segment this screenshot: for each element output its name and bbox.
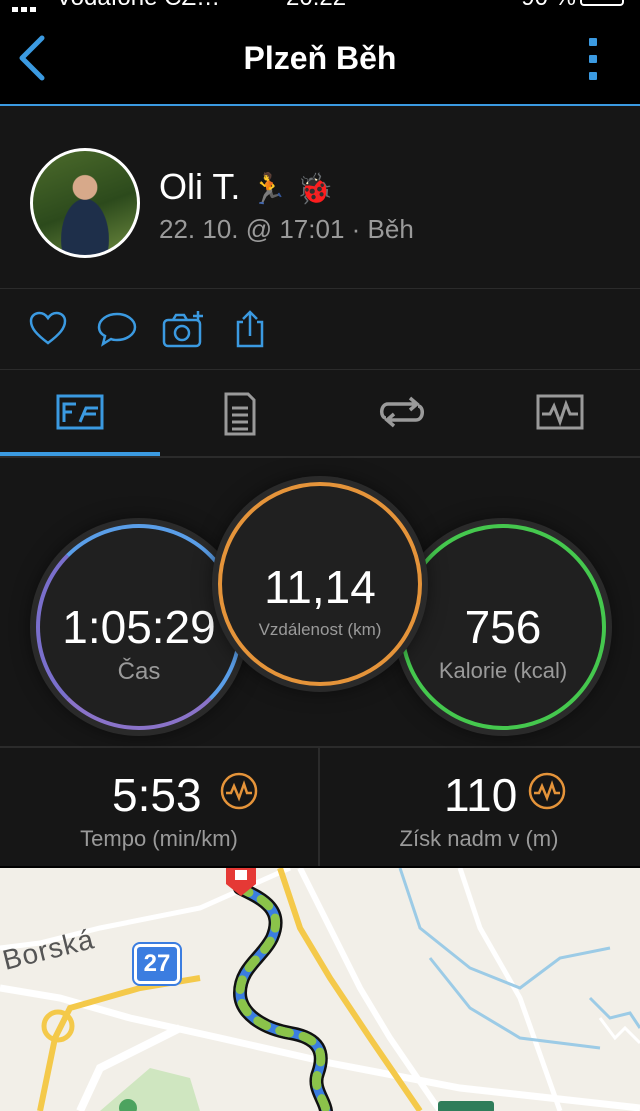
carrier-label: Vodafone CZ… <box>56 0 220 12</box>
secondary-metrics: 5:53 Tempo (min/km) 110 Získ nadm v (m) <box>0 748 640 866</box>
calories-ring[interactable]: 756 Kalorie (kcal) <box>400 524 606 730</box>
battery-percent: 90 % <box>521 0 576 12</box>
time-value: 1:05:29 <box>62 601 216 653</box>
battery-icon <box>580 0 624 6</box>
activity-date-type: 22. 10. @ 17:01 · Běh <box>159 214 414 244</box>
pace-metric: 5:53 Tempo (min/km) <box>0 748 320 866</box>
signal-icon <box>12 0 46 15</box>
calories-label: Kalorie (kcal) <box>438 658 568 683</box>
pace-label: Tempo (min/km) <box>80 826 238 851</box>
add-photo-icon <box>162 311 203 348</box>
avatar[interactable] <box>30 148 140 258</box>
calories-value: 756 <box>464 601 542 653</box>
tab-overview[interactable] <box>0 370 160 456</box>
tab-charts[interactable] <box>480 370 640 456</box>
page-title: Plzeň Běh <box>243 40 397 76</box>
insight-icon[interactable] <box>220 772 258 810</box>
distance-value: 11,14 <box>264 561 376 613</box>
distance-ring[interactable]: 11,14 Vzdálenost (km) <box>218 482 422 686</box>
details-icon <box>224 392 256 436</box>
distance-label: Vzdálenost (km) <box>258 620 382 639</box>
more-icon[interactable] <box>586 38 600 82</box>
laps-icon <box>380 396 424 428</box>
comment-button[interactable] <box>96 309 137 349</box>
pace-value: 5:53 <box>112 769 202 821</box>
user-name: Oli T. 🏃 🐞 <box>159 166 333 208</box>
tab-details[interactable] <box>160 370 320 456</box>
share-icon <box>236 310 264 348</box>
insight-icon[interactable] <box>528 772 566 810</box>
user-emoji: 🏃 🐞 <box>250 173 334 206</box>
elevation-label: Získ nadm v (m) <box>399 826 559 851</box>
status-bar: Vodafone CZ… 20:22 90 % <box>0 0 640 15</box>
user-name-text: Oli T. <box>159 166 241 207</box>
tab-laps[interactable] <box>320 370 480 456</box>
add-photo-button[interactable] <box>162 309 203 349</box>
chart-icon <box>536 394 584 430</box>
map-canvas <box>0 868 640 1111</box>
activity-header: Oli T. 🏃 🐞 22. 10. @ 17:01 · Běh <box>0 106 640 289</box>
summary-stats: 1:05:29 Čas 756 Kalorie (kcal) 11,14 Vzd… <box>0 458 640 748</box>
like-button[interactable] <box>28 309 68 349</box>
elevation-value: 110 <box>444 769 518 821</box>
time-label: Čas <box>117 658 161 685</box>
activity-tabs <box>0 370 640 458</box>
comment-icon <box>97 312 137 347</box>
elevation-metric: 110 Získ nadm v (m) <box>320 748 638 866</box>
social-actions <box>0 289 640 370</box>
clock: 20:22 <box>286 0 346 12</box>
map-stats-icon <box>56 394 104 430</box>
share-button[interactable] <box>230 309 270 349</box>
like-icon <box>29 311 67 345</box>
time-ring[interactable]: 1:05:29 Čas <box>36 524 242 730</box>
road-number-badge: 27 <box>134 944 180 984</box>
nav-bar: Plzeň Běh <box>0 12 640 106</box>
route-map[interactable]: Borská 27 <box>0 868 640 1111</box>
